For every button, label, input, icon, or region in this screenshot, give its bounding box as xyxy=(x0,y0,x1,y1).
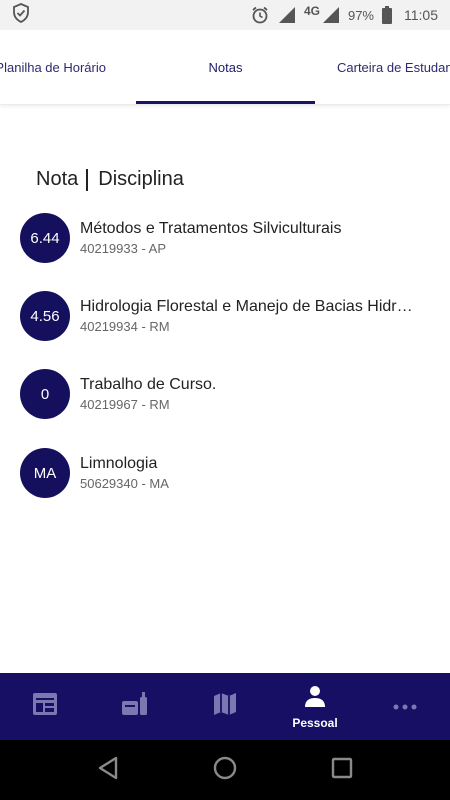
subject-code: 40219967 - RM xyxy=(80,397,170,412)
tab-schedule[interactable]: Planilha de Horário xyxy=(0,30,136,104)
nav-map[interactable] xyxy=(180,673,270,740)
nav-bag[interactable] xyxy=(90,673,180,740)
tab-label: Planilha de Horário xyxy=(0,60,106,75)
subject-column-label: Disciplina xyxy=(98,168,184,190)
subject-code: 40219934 - RM xyxy=(80,319,170,334)
subject-name: Hidrologia Florestal e Manejo de Bacias … xyxy=(80,298,420,315)
clock: 11:05 xyxy=(404,7,438,23)
alarm-icon xyxy=(250,5,270,25)
grade-badge: MA xyxy=(20,448,70,498)
nav-personal[interactable]: Pessoal xyxy=(270,673,360,740)
map-icon xyxy=(212,691,238,722)
list-item[interactable]: 0 Trabalho de Curso. 40219967 - RM xyxy=(20,369,440,419)
list-header: Nota Disciplina xyxy=(36,168,184,191)
nav-schedule[interactable] xyxy=(0,673,90,740)
home-icon[interactable] xyxy=(212,755,238,786)
grade-column-label: Nota xyxy=(36,168,79,190)
subject-code: 40219933 - AP xyxy=(80,241,167,256)
active-tab-indicator xyxy=(136,101,315,104)
grade-badge: 0 xyxy=(20,369,70,419)
list-item[interactable]: 4.56 Hidrologia Florestal e Manejo de Ba… xyxy=(20,291,440,341)
schedule-icon xyxy=(32,692,58,721)
subject-name: Trabalho de Curso. xyxy=(80,376,217,393)
network-type: 4G xyxy=(303,4,320,18)
status-bar: 4G 97% 11:05 xyxy=(0,0,450,30)
nav-more[interactable] xyxy=(360,673,450,740)
back-icon[interactable] xyxy=(97,756,119,785)
grade-badge: 4.56 xyxy=(20,291,70,341)
battery-level: 97% xyxy=(347,7,374,23)
tab-label: Notas xyxy=(208,60,243,75)
column-separator xyxy=(86,168,89,191)
tab-label: Carteira de Estudante xyxy=(337,60,450,75)
person-icon xyxy=(303,684,327,713)
battery-icon xyxy=(382,6,392,24)
signal-icon-2 xyxy=(322,6,340,24)
grade-badge: 6.44 xyxy=(20,213,70,263)
subject-name: Limnologia xyxy=(80,455,158,472)
tab-student-card[interactable]: Carteira de Estudante xyxy=(315,30,450,104)
system-navigation-bar xyxy=(0,740,450,800)
subject-name: Métodos e Tratamentos Silviculturais xyxy=(80,220,342,237)
shield-check-icon xyxy=(12,2,30,28)
nav-label: Pessoal xyxy=(292,715,338,730)
list-item[interactable]: MA Limnologia 50629340 - MA xyxy=(20,448,440,498)
bag-icon xyxy=(121,691,149,722)
tab-bar: Planilha de Horário Notas Carteira de Es… xyxy=(0,30,450,105)
list-item[interactable]: 6.44 Métodos e Tratamentos Silviculturai… xyxy=(20,213,440,263)
subject-code: 50629340 - MA xyxy=(80,476,169,491)
tab-grades[interactable]: Notas xyxy=(136,30,315,104)
recents-icon[interactable] xyxy=(331,757,353,784)
signal-icon xyxy=(278,6,296,24)
more-icon xyxy=(392,698,418,716)
bottom-navigation: Pessoal xyxy=(0,673,450,740)
